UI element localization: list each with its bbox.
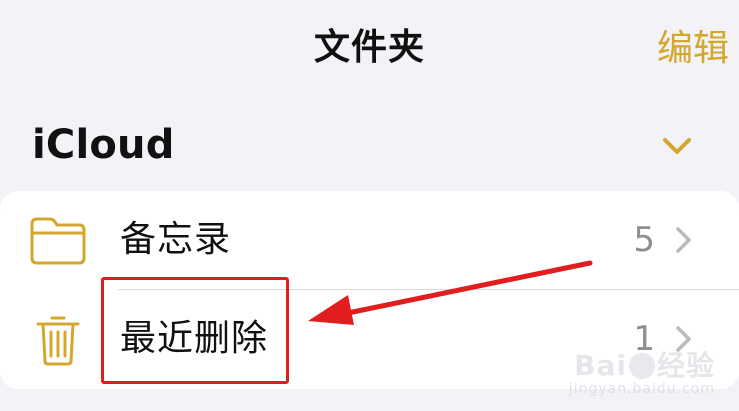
folder-row-notes[interactable]: 备忘录 5 xyxy=(0,191,739,289)
notes-folders-screen: 文件夹 编辑 iCloud 备忘录 5 最近删除 1 Bai 经验 jingya… xyxy=(0,0,739,411)
chevron-right-icon xyxy=(676,227,691,253)
folder-icon xyxy=(30,217,86,265)
section-title: iCloud xyxy=(32,122,175,168)
folder-count: 1 xyxy=(633,319,655,359)
folder-list: 备忘录 5 最近删除 1 xyxy=(0,191,739,389)
chevron-down-icon[interactable] xyxy=(655,124,699,168)
icloud-section-header: iCloud xyxy=(32,114,699,174)
folder-label: 备忘录 xyxy=(120,219,232,260)
folder-row-recently-deleted[interactable]: 最近删除 1 xyxy=(0,290,739,388)
folder-label: 最近删除 xyxy=(120,318,269,359)
chevron-right-icon xyxy=(676,326,691,352)
trash-icon xyxy=(36,316,80,366)
edit-button[interactable]: 编辑 xyxy=(657,26,729,72)
page-title: 文件夹 xyxy=(313,27,425,68)
folder-count: 5 xyxy=(633,220,655,260)
